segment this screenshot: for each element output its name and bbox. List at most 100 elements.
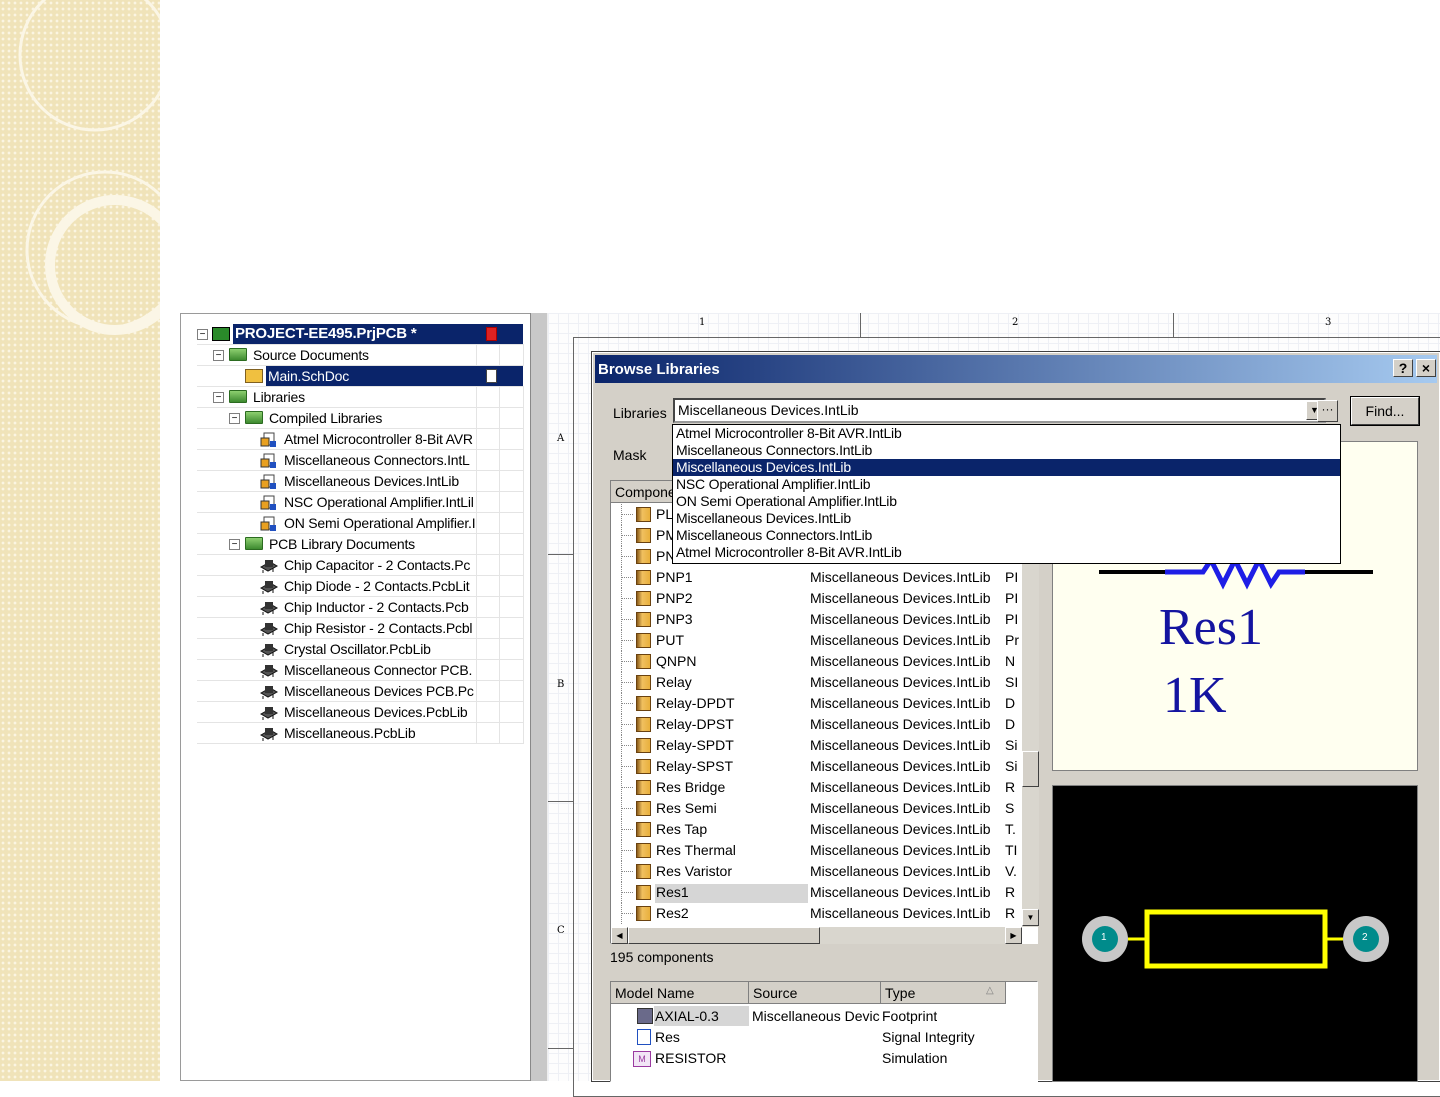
library-label: Miscellaneous Devices.IntLib xyxy=(284,473,459,489)
component-name: Relay-DPST xyxy=(656,716,734,732)
tree-row-pcb-lib[interactable]: Chip Resistor - 2 Contacts.Pcbl xyxy=(197,618,524,639)
scroll-left-icon[interactable]: ◀ xyxy=(611,927,628,944)
table-row[interactable]: Res Signal Integrity xyxy=(611,1027,1011,1048)
tree-row-pcb-lib[interactable]: Chip Capacitor - 2 Contacts.Pc xyxy=(197,555,524,576)
tree-row-compiled-lib[interactable]: ON Semi Operational Amplifier.I xyxy=(197,513,524,534)
scrollbar-thumb[interactable] xyxy=(1022,751,1039,787)
component-type: R xyxy=(1005,884,1016,900)
scrollbar-thumb[interactable] xyxy=(628,927,820,944)
help-button[interactable]: ? xyxy=(1393,359,1413,377)
project-name: PROJECT-EE495.PrjPCB * xyxy=(233,324,523,344)
list-item[interactable]: Res2 Miscellaneous Devices.IntLib R xyxy=(611,903,1022,924)
tree-row-source-documents[interactable]: − Source Documents xyxy=(197,345,524,366)
library-options-button[interactable]: ··· xyxy=(1317,400,1338,422)
list-item[interactable]: PUT Miscellaneous Devices.IntLib Pr xyxy=(611,630,1022,651)
folder-label: Source Documents xyxy=(253,347,369,363)
component-source: Miscellaneous Devices.IntLib xyxy=(810,590,991,606)
list-item[interactable]: PNP2 Miscellaneous Devices.IntLib PI xyxy=(611,588,1022,609)
collapse-icon[interactable]: − xyxy=(213,350,224,361)
scroll-right-icon[interactable]: ▶ xyxy=(1005,927,1022,944)
list-item[interactable]: Relay Miscellaneous Devices.IntLib SI xyxy=(611,672,1022,693)
list-item[interactable]: PNP3 Miscellaneous Devices.IntLib PI xyxy=(611,609,1022,630)
collapse-icon[interactable]: − xyxy=(229,413,240,424)
list-item[interactable]: Res Semi Miscellaneous Devices.IntLib S xyxy=(611,798,1022,819)
pcb-library-label: Miscellaneous.PcbLib xyxy=(284,725,416,741)
table-row[interactable]: AXIAL-0.3 Miscellaneous Devic Footprint xyxy=(611,1006,1011,1027)
model-name: RESISTOR xyxy=(655,1050,727,1066)
tree-row-compiled-lib[interactable]: Miscellaneous Devices.IntLib xyxy=(197,471,524,492)
zone-label-x: 3 xyxy=(1325,317,1332,328)
tree-row-compiled-lib[interactable]: Atmel Microcontroller 8-Bit AVR xyxy=(197,429,524,450)
dropdown-option[interactable]: Atmel Microcontroller 8-Bit AVR.IntLib xyxy=(673,425,1340,442)
panel-splitter[interactable] xyxy=(530,313,548,1081)
list-item[interactable]: Relay-DPST Miscellaneous Devices.IntLib D xyxy=(611,714,1022,735)
pcb-library-label: Chip Inductor - 2 Contacts.Pcb xyxy=(284,599,469,615)
component-icon xyxy=(636,801,651,816)
tree-row-pcb-lib[interactable]: Miscellaneous Devices PCB.Pc xyxy=(197,681,524,702)
tree-row-pcb-lib[interactable]: Chip Inductor - 2 Contacts.Pcb xyxy=(197,597,524,618)
list-item[interactable]: Relay-DPDT Miscellaneous Devices.IntLib D xyxy=(611,693,1022,714)
list-item[interactable]: QNPN Miscellaneous Devices.IntLib N xyxy=(611,651,1022,672)
list-item[interactable]: Res Bridge Miscellaneous Devices.IntLib R xyxy=(611,777,1022,798)
tree-row-pcb-library-documents[interactable]: − PCB Library Documents xyxy=(197,534,524,555)
dropdown-option[interactable]: Miscellaneous Devices.IntLib xyxy=(673,510,1340,527)
tree-row-compiled-lib[interactable]: NSC Operational Amplifier.IntLil xyxy=(197,492,524,513)
pcb-library-label: Chip Resistor - 2 Contacts.Pcbl xyxy=(284,620,473,636)
tree-row-libraries[interactable]: − Libraries xyxy=(197,387,524,408)
pad-label: 2 xyxy=(1362,932,1368,943)
table-row[interactable]: M RESISTOR Simulation xyxy=(611,1048,1011,1069)
tree-row-compiled-lib[interactable]: Miscellaneous Connectors.IntL xyxy=(197,450,524,471)
footprint-icon xyxy=(637,1008,653,1024)
dropdown-option[interactable]: Miscellaneous Connectors.IntLib xyxy=(673,442,1340,459)
dialog-title: Browse Libraries xyxy=(598,361,720,378)
model-source-header[interactable]: Source xyxy=(749,982,881,1004)
close-button[interactable]: × xyxy=(1416,359,1436,377)
dropdown-option[interactable]: Atmel Microcontroller 8-Bit AVR.IntLib xyxy=(673,544,1340,561)
dropdown-option[interactable]: NSC Operational Amplifier.IntLib xyxy=(673,476,1340,493)
component-icon xyxy=(636,822,651,837)
libraries-select[interactable]: Miscellaneous Devices.IntLib ▼ xyxy=(673,398,1326,423)
model-type: Signal Integrity xyxy=(882,1029,975,1045)
designator-text: Res1 xyxy=(1159,599,1263,656)
component-icon xyxy=(636,906,651,921)
list-item-selected[interactable]: Res1 Miscellaneous Devices.IntLib R xyxy=(611,882,1022,903)
sort-ascending-icon: △ xyxy=(986,985,994,996)
dropdown-option[interactable]: Miscellaneous Connectors.IntLib xyxy=(673,527,1340,544)
model-name-header[interactable]: Model Name xyxy=(611,982,749,1004)
decorative-circles xyxy=(18,0,160,335)
list-item[interactable]: Res Thermal Miscellaneous Devices.IntLib T… xyxy=(611,840,1022,861)
component-source: Miscellaneous Devices.IntLib xyxy=(810,653,991,669)
tree-row-project[interactable]: − PROJECT-EE495.PrjPCB * xyxy=(197,324,524,345)
tree-row-pcb-lib[interactable]: Miscellaneous.PcbLib xyxy=(197,723,524,744)
integrated-library-icon xyxy=(260,432,276,447)
pad-label: 1 xyxy=(1101,932,1107,943)
component-name: Relay-SPST xyxy=(656,758,734,774)
component-type: D xyxy=(1005,716,1016,732)
component-icon xyxy=(636,507,651,522)
dialog-title-bar[interactable]: Browse Libraries ? × xyxy=(595,355,1437,383)
dropdown-option[interactable]: ON Semi Operational Amplifier.IntLib xyxy=(673,493,1340,510)
document-icon xyxy=(486,369,497,383)
list-item[interactable]: Res Varistor Miscellaneous Devices.IntLib… xyxy=(611,861,1022,882)
tree-row-pcb-lib[interactable]: Chip Diode - 2 Contacts.PcbLit xyxy=(197,576,524,597)
list-item[interactable]: PNP1 Miscellaneous Devices.IntLib PI xyxy=(611,567,1022,588)
tree-row-main-schdoc[interactable]: Main.SchDoc xyxy=(197,366,524,387)
find-button[interactable]: Find... xyxy=(1350,396,1420,426)
tree-row-pcb-lib[interactable]: Miscellaneous Connector PCB. xyxy=(197,660,524,681)
component-icon xyxy=(636,675,651,690)
folder-label: Libraries xyxy=(253,389,305,405)
list-item[interactable]: Res Tap Miscellaneous Devices.IntLib T. xyxy=(611,819,1022,840)
tree-row-compiled-libraries[interactable]: − Compiled Libraries xyxy=(197,408,524,429)
horizontal-scrollbar[interactable]: ◀ ▶ xyxy=(611,927,1022,944)
collapse-icon[interactable]: − xyxy=(229,539,240,550)
list-item[interactable]: Relay-SPDT Miscellaneous Devices.IntLib Si xyxy=(611,735,1022,756)
tree-row-pcb-lib[interactable]: Miscellaneous Devices.PcbLib xyxy=(197,702,524,723)
list-item[interactable]: Relay-SPST Miscellaneous Devices.IntLib Si xyxy=(611,756,1022,777)
tree-row-pcb-lib[interactable]: Crystal Oscillator.PcbLib xyxy=(197,639,524,660)
scroll-down-icon[interactable]: ▼ xyxy=(1022,909,1039,926)
dropdown-option-selected[interactable]: Miscellaneous Devices.IntLib xyxy=(673,459,1340,476)
collapse-icon[interactable]: − xyxy=(213,392,224,403)
libraries-dropdown-list[interactable]: Atmel Microcontroller 8-Bit AVR.IntLib M… xyxy=(672,424,1341,564)
collapse-icon[interactable]: − xyxy=(197,329,208,340)
model-list[interactable]: Model Name Source Type △ AXIAL-0.3 Misce… xyxy=(610,981,1038,1082)
